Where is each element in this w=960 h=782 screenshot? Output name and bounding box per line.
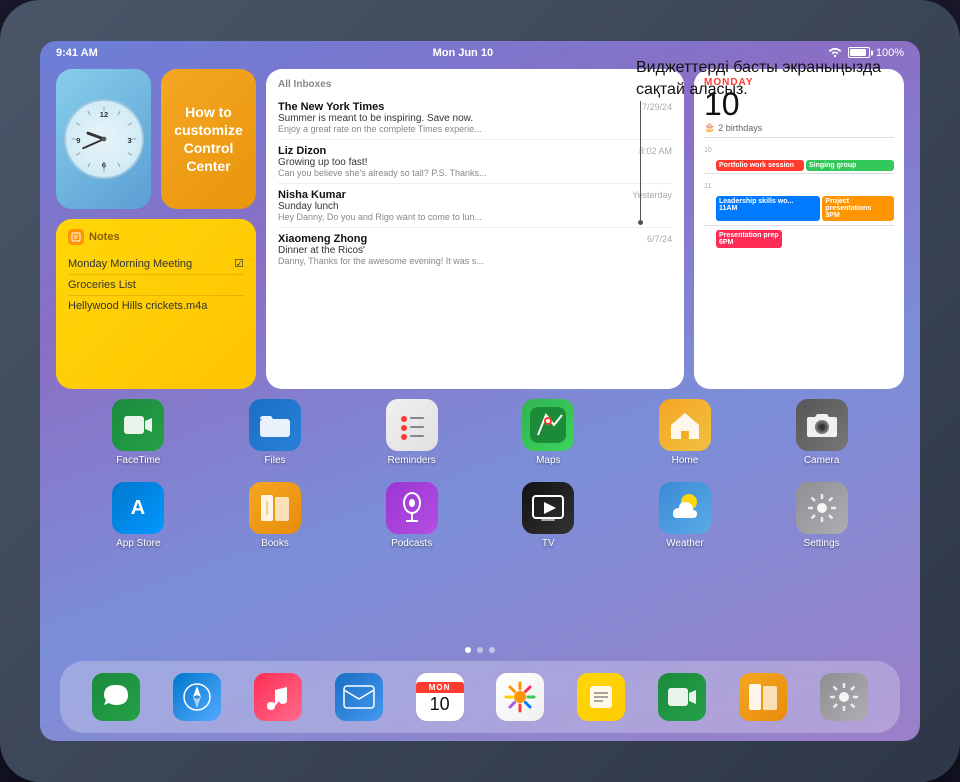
cal-event-portfolio: Portfolio work session bbox=[716, 160, 804, 171]
home-icon bbox=[659, 399, 711, 451]
camera-icon bbox=[796, 399, 848, 451]
control-center-title: How to customize Control Center bbox=[171, 103, 246, 176]
notes-widget[interactable]: Notes Monday Morning Meeting ☑ Groceries… bbox=[56, 219, 256, 389]
dock-mail[interactable] bbox=[335, 673, 383, 721]
apps-row-2: A App Store Books bbox=[70, 482, 890, 549]
maps-icon bbox=[522, 399, 574, 451]
birthday-icon: 🎂 bbox=[704, 122, 715, 133]
dock-books[interactable] bbox=[739, 673, 787, 721]
clock-widget[interactable]: 12 3 6 9 bbox=[56, 69, 151, 209]
tooltip-line bbox=[640, 101, 641, 221]
svg-text:A: A bbox=[131, 497, 145, 519]
control-center-widget[interactable]: How to customize Control Center bbox=[161, 69, 256, 209]
notes-item-1[interactable]: Monday Morning Meeting ☑ bbox=[68, 253, 244, 275]
dock-facetime[interactable] bbox=[658, 673, 706, 721]
mail-item-4[interactable]: Xiaomeng Zhong 6/7/24 Dinner at the Rico… bbox=[278, 228, 672, 271]
status-date: Mon Jun 10 bbox=[433, 47, 494, 59]
svg-text:3: 3 bbox=[127, 136, 131, 145]
ipad-screen: 9:41 AM Mon Jun 10 100% Виджеттерді баст… bbox=[40, 41, 920, 741]
notes-header: Notes bbox=[68, 229, 244, 245]
dock-photos[interactable] bbox=[496, 673, 544, 721]
page-dot-1[interactable] bbox=[465, 647, 471, 653]
notes-item-2[interactable]: Groceries List bbox=[68, 275, 244, 296]
mail-item-3[interactable]: Nisha Kumar Yesterday Sunday lunch Hey D… bbox=[278, 184, 672, 228]
cal-event-project: Project presentations3PM bbox=[822, 196, 894, 221]
books-icon bbox=[249, 482, 301, 534]
files-icon bbox=[249, 399, 301, 451]
app-home[interactable]: Home bbox=[650, 399, 720, 466]
notes-icon bbox=[68, 229, 84, 245]
cal-event-presentation: Presentation prep6PM bbox=[716, 230, 782, 248]
app-podcasts[interactable]: Podcasts bbox=[377, 482, 447, 549]
svg-text:6: 6 bbox=[101, 161, 105, 170]
dock-calendar[interactable]: MON 10 bbox=[416, 673, 464, 721]
page-dot-3[interactable] bbox=[489, 647, 495, 653]
app-reminders[interactable]: Reminders bbox=[377, 399, 447, 466]
tooltip-dot bbox=[638, 220, 643, 225]
notes-item-3[interactable]: Hellywood Hills crickets.m4a bbox=[68, 296, 244, 316]
widgets-left-column: 12 3 6 9 bbox=[56, 69, 256, 389]
dock-settings[interactable] bbox=[820, 673, 868, 721]
dock-notes[interactable] bbox=[577, 673, 625, 721]
clock-face: 12 3 6 9 bbox=[64, 99, 144, 179]
cal-event-leadership: Leadership skills wo...11AM bbox=[716, 196, 820, 221]
app-facetime[interactable]: FaceTime bbox=[103, 399, 173, 466]
status-time: 9:41 AM bbox=[56, 47, 98, 59]
ipad-frame: 9:41 AM Mon Jun 10 100% Виджеттерді баст… bbox=[0, 0, 960, 782]
cal-birthdays: 🎂 2 birthdays bbox=[704, 122, 894, 133]
app-tv[interactable]: TV bbox=[513, 482, 583, 549]
app-weather[interactable]: Weather bbox=[650, 482, 720, 549]
apps-row-1: FaceTime Files bbox=[70, 399, 890, 466]
app-books[interactable]: Books bbox=[240, 482, 310, 549]
tooltip-area: Виджеттерді басты экраныңызда сақтай ала… bbox=[620, 41, 920, 118]
svg-text:9: 9 bbox=[76, 136, 80, 145]
apps-grid: FaceTime Files bbox=[70, 399, 890, 549]
dock: MON 10 bbox=[60, 661, 900, 733]
dock-safari[interactable] bbox=[173, 673, 221, 721]
tooltip-text: Виджеттерді басты экраныңызда сақтай ала… bbox=[636, 57, 904, 102]
notes-label: Notes bbox=[89, 231, 120, 243]
notes-checkbox-icon: ☑ bbox=[234, 257, 244, 270]
cal-event-singing: Singing group bbox=[806, 160, 894, 171]
dock-messages[interactable] bbox=[92, 673, 140, 721]
reminders-icon bbox=[386, 399, 438, 451]
facetime-icon bbox=[112, 399, 164, 451]
app-appstore[interactable]: A App Store bbox=[103, 482, 173, 549]
app-files[interactable]: Files bbox=[240, 399, 310, 466]
svg-text:12: 12 bbox=[99, 110, 107, 119]
dock-music[interactable] bbox=[254, 673, 302, 721]
page-dots bbox=[465, 647, 495, 653]
app-camera[interactable]: Camera bbox=[787, 399, 857, 466]
podcasts-icon bbox=[386, 482, 438, 534]
tv-icon bbox=[522, 482, 574, 534]
calendar-inner: MONDAY 10 🎂 2 birthdays 10 P bbox=[704, 77, 894, 381]
appstore-icon: A bbox=[112, 482, 164, 534]
settings-icon bbox=[796, 482, 848, 534]
weather-icon bbox=[659, 482, 711, 534]
page-dot-2[interactable] bbox=[477, 647, 483, 653]
mail-item-1[interactable]: The New York Times 7/29/24 Summer is mea… bbox=[278, 96, 672, 140]
mail-header: All Inboxes bbox=[278, 79, 672, 90]
app-settings[interactable]: Settings bbox=[787, 482, 857, 549]
mail-item-2[interactable]: Liz Dizon 8:02 AM Growing up too fast! C… bbox=[278, 140, 672, 184]
widgets-top-row: 12 3 6 9 bbox=[56, 69, 256, 209]
app-maps[interactable]: Maps bbox=[513, 399, 583, 466]
